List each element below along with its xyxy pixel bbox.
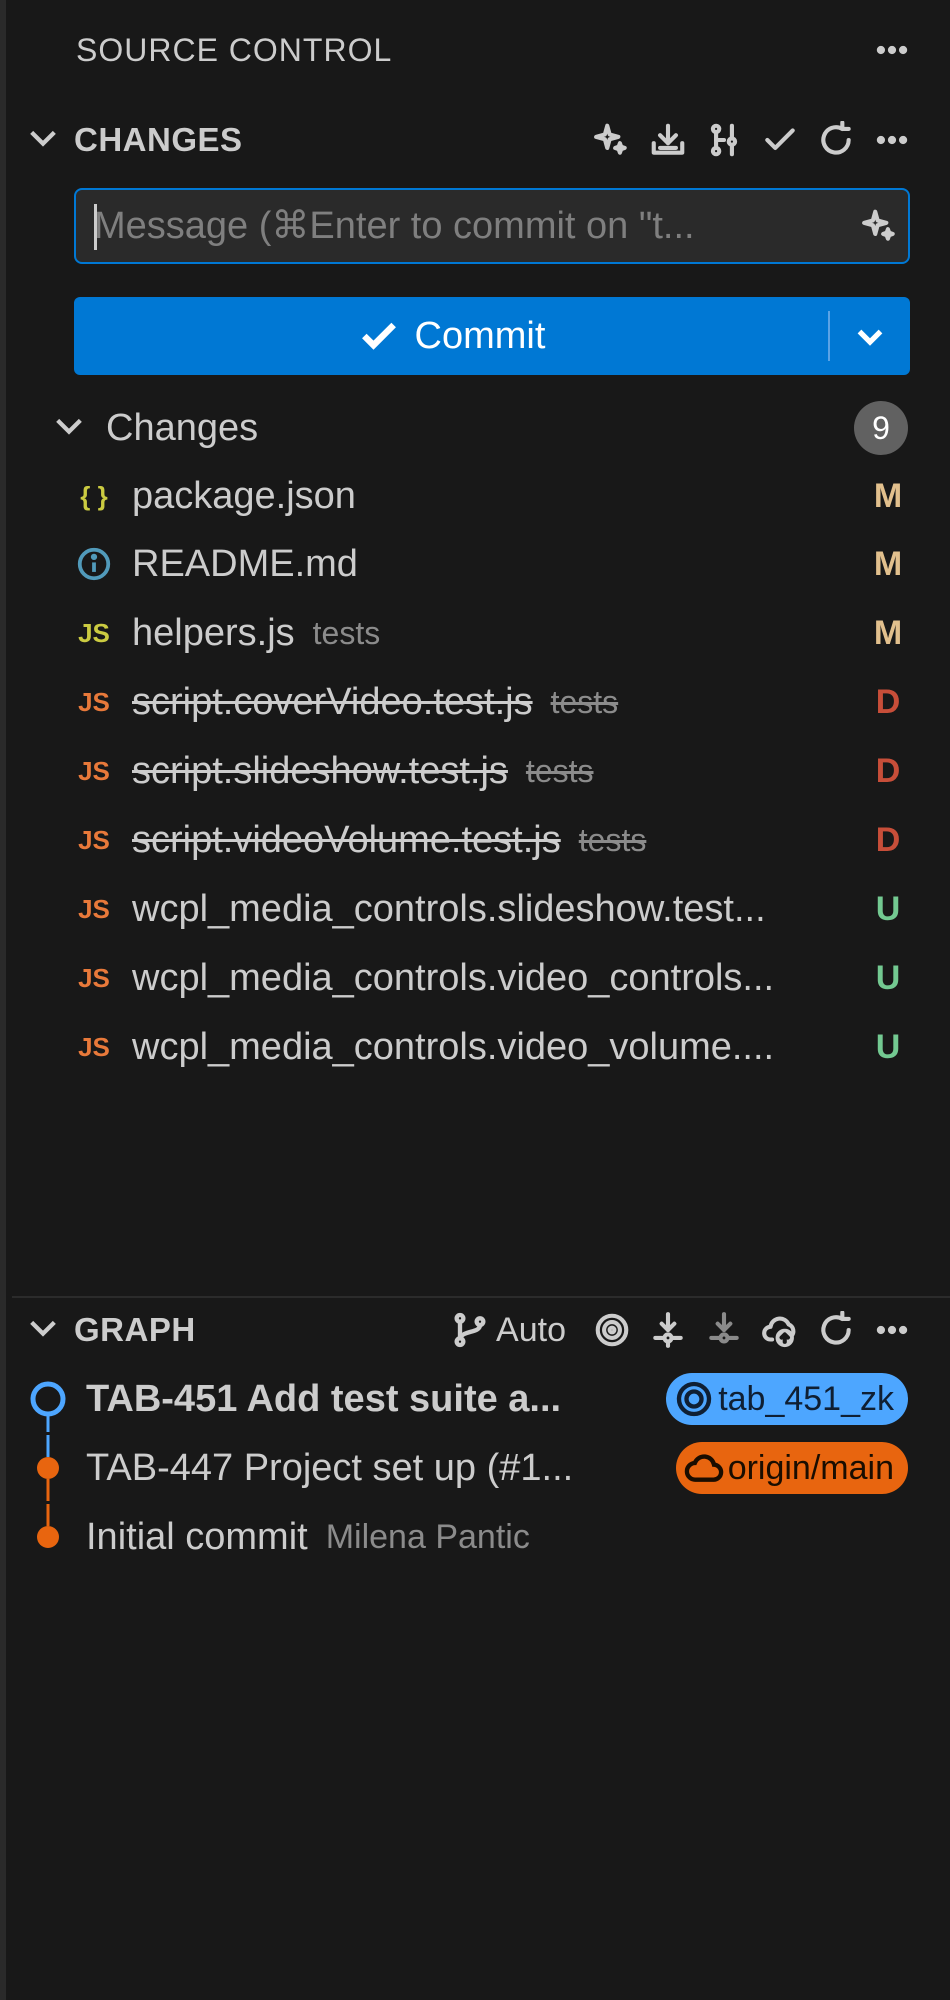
chevron-down-icon (857, 329, 883, 346)
file-status: D (875, 682, 901, 721)
file-status: U (875, 889, 901, 928)
file-folder: tests (525, 752, 594, 789)
branch-filter-button[interactable]: Auto (450, 1310, 566, 1350)
graph-node (24, 1504, 72, 1570)
commit-message-input[interactable] (94, 204, 852, 248)
branch-filter-label: Auto (496, 1310, 566, 1349)
branch-compare-icon[interactable] (696, 112, 752, 168)
changes-group-header[interactable]: Changes 9 (52, 398, 908, 458)
file-item[interactable]: README.md M (74, 531, 908, 597)
file-status: M (873, 476, 903, 515)
file-name: script.videoVolume.test.js (132, 818, 561, 861)
file-name: package.json (132, 474, 356, 517)
js-file-icon: JS (78, 755, 110, 786)
commit-button[interactable]: Commit (74, 297, 828, 375)
file-item[interactable]: JS wcpl_media_controls.video_controls...… (74, 945, 908, 1011)
file-folder: tests (312, 614, 381, 651)
fetch-icon[interactable] (640, 1302, 696, 1358)
file-folder: tests (550, 683, 619, 720)
file-name: README.md (132, 542, 358, 585)
file-name: script.coverVideo.test.js (132, 680, 533, 723)
refresh-icon[interactable] (808, 112, 864, 168)
file-folder: tests (578, 821, 647, 858)
file-item[interactable]: { } package.json M (74, 463, 908, 529)
file-item[interactable]: JS script.coverVideo.test.js tests D (74, 669, 908, 735)
commit-message: Initial commit (86, 1515, 308, 1558)
file-name: helpers.js (132, 611, 295, 654)
section-divider (12, 1296, 950, 1298)
file-item[interactable]: JS wcpl_media_controls.video_volume.... … (74, 1014, 908, 1080)
file-status: D (875, 820, 901, 859)
file-item[interactable]: JS wcpl_media_controls.slideshow.test...… (74, 876, 908, 942)
download-icon[interactable] (640, 112, 696, 168)
chevron-down-icon[interactable] (26, 1311, 60, 1350)
changes-section-title: CHANGES (74, 121, 243, 158)
file-status: M (873, 544, 903, 583)
commit-options-dropdown[interactable] (830, 297, 910, 375)
file-status: M (873, 613, 903, 652)
changes-group-label: Changes (106, 406, 259, 449)
graph-node (24, 1435, 72, 1501)
changes-count-badge: 9 (854, 401, 908, 455)
more-actions-icon[interactable] (864, 22, 920, 78)
file-name: wcpl_media_controls.video_controls... (132, 956, 775, 999)
graph-node-head (24, 1366, 72, 1432)
commit-message: TAB-451 Add test suite a... (86, 1377, 562, 1420)
cloud-icon (684, 1454, 723, 1482)
file-name: script.slideshow.test.js (132, 749, 508, 792)
chevron-down-icon[interactable] (26, 121, 60, 160)
changes-section-header[interactable]: CHANGES (26, 110, 920, 170)
file-name: wcpl_media_controls.slideshow.test... (132, 887, 766, 930)
file-status: D (875, 751, 901, 790)
chevron-down-icon[interactable] (52, 409, 86, 448)
target-icon (677, 1381, 712, 1417)
commit-button-group: Commit (74, 297, 910, 375)
more-horizontal-icon[interactable] (864, 1302, 920, 1358)
check-icon (361, 322, 396, 350)
graph-commit-row[interactable]: TAB-447 Project set up (#1... origin/mai… (24, 1435, 908, 1501)
graph-section-header[interactable]: GRAPH Auto (26, 1300, 920, 1360)
more-horizontal-icon[interactable] (864, 112, 920, 168)
graph-commit-row[interactable]: TAB-451 Add test suite a... tab_451_zk (24, 1366, 908, 1432)
file-name: wcpl_media_controls.video_volume.... (132, 1025, 775, 1068)
file-status: U (875, 958, 901, 997)
js-file-icon: JS (78, 617, 110, 648)
graph-section-title: GRAPH (74, 1311, 196, 1348)
json-braces-icon: { } (80, 480, 108, 511)
info-icon (74, 545, 114, 583)
git-branch-icon (454, 1312, 486, 1348)
view-title-bar: SOURCE CONTROL (76, 20, 920, 80)
view-title: SOURCE CONTROL (76, 31, 393, 68)
commit-button-label: Commit (414, 314, 546, 357)
sparkle-icon[interactable] (584, 112, 640, 168)
generate-message-sparkle-icon[interactable] (852, 198, 908, 254)
refresh-icon[interactable] (808, 1302, 864, 1358)
text-caret (94, 204, 97, 250)
js-file-icon: JS (78, 1031, 110, 1062)
branch-ref-label: tab_451_zk (718, 1379, 894, 1418)
commit-message-box[interactable] (74, 188, 910, 264)
target-icon[interactable] (584, 1302, 640, 1358)
commit-author: Milena Pantic (325, 1517, 530, 1556)
check-icon[interactable] (752, 112, 808, 168)
js-file-icon: JS (78, 962, 110, 993)
js-file-icon: JS (78, 686, 110, 717)
js-file-icon: JS (78, 893, 110, 924)
js-file-icon: JS (78, 824, 110, 855)
remote-ref-badge[interactable]: origin/main (675, 1442, 908, 1494)
file-item[interactable]: JS script.videoVolume.test.js tests D (74, 807, 908, 873)
commit-message: TAB-447 Project set up (#1... (86, 1446, 574, 1489)
graph-commit-row[interactable]: Initial commit Milena Pantic (24, 1504, 908, 1570)
file-item[interactable]: JS helpers.js tests M (74, 600, 908, 666)
file-status: U (875, 1027, 901, 1066)
cloud-upload-icon[interactable] (752, 1302, 808, 1358)
source-control-panel: SOURCE CONTROL CHANGES Message (⌘Enter t… (0, 0, 950, 2000)
pull-icon[interactable] (696, 1302, 752, 1358)
remote-ref-label: origin/main (727, 1448, 894, 1487)
branch-ref-badge[interactable]: tab_451_zk (666, 1373, 908, 1425)
file-item[interactable]: JS script.slideshow.test.js tests D (74, 738, 908, 804)
